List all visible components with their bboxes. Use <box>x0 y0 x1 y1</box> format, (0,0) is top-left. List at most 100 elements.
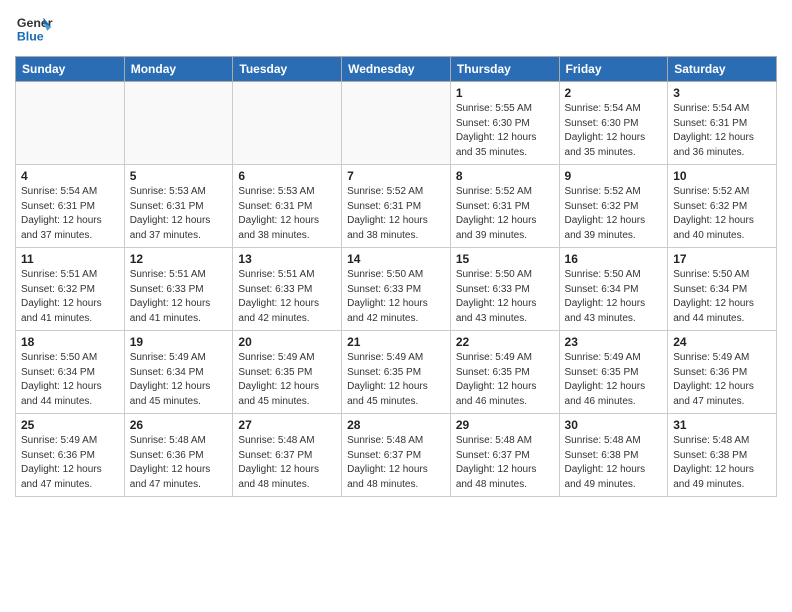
day-info: Sunrise: 5:50 AMSunset: 6:34 PMDaylight:… <box>565 268 663 326</box>
calendar-header-row: SundayMondayTuesdayWednesdayThursdayFrid… <box>16 57 777 82</box>
week-row-0: 1Sunrise: 5:55 AMSunset: 6:30 PMDaylight… <box>16 82 777 165</box>
day-number: 11 <box>21 252 119 266</box>
day-info: Sunrise: 5:52 AMSunset: 6:32 PMDaylight:… <box>565 185 663 243</box>
day-number: 20 <box>238 335 336 349</box>
day-info: Sunrise: 5:50 AMSunset: 6:33 PMDaylight:… <box>456 268 554 326</box>
day-info: Sunrise: 5:54 AMSunset: 6:30 PMDaylight:… <box>565 102 663 160</box>
day-info: Sunrise: 5:52 AMSunset: 6:31 PMDaylight:… <box>456 185 554 243</box>
header: General Blue <box>15 10 777 48</box>
day-info: Sunrise: 5:53 AMSunset: 6:31 PMDaylight:… <box>238 185 336 243</box>
day-info: Sunrise: 5:51 AMSunset: 6:32 PMDaylight:… <box>21 268 119 326</box>
day-info: Sunrise: 5:54 AMSunset: 6:31 PMDaylight:… <box>673 102 771 160</box>
day-number: 15 <box>456 252 554 266</box>
calendar-cell: 4 Sunrise: 5:54 AMSunset: 6:31 PMDaylight… <box>16 165 125 248</box>
day-info: Sunrise: 5:49 AMSunset: 6:36 PMDaylight:… <box>673 351 771 409</box>
day-number: 29 <box>456 418 554 432</box>
calendar-cell: 22 Sunrise: 5:49 AMSunset: 6:35 PMDayligh… <box>450 331 559 414</box>
calendar-cell: 28 Sunrise: 5:48 AMSunset: 6:37 PMDayligh… <box>342 414 451 497</box>
calendar-cell: 26 Sunrise: 5:48 AMSunset: 6:36 PMDayligh… <box>124 414 233 497</box>
day-number: 27 <box>238 418 336 432</box>
day-number: 2 <box>565 86 663 100</box>
calendar-cell: 29 Sunrise: 5:48 AMSunset: 6:37 PMDayligh… <box>450 414 559 497</box>
day-number: 9 <box>565 169 663 183</box>
calendar-cell: 2 Sunrise: 5:54 AMSunset: 6:30 PMDaylight… <box>559 82 668 165</box>
calendar-cell: 30 Sunrise: 5:48 AMSunset: 6:38 PMDayligh… <box>559 414 668 497</box>
week-row-2: 11 Sunrise: 5:51 AMSunset: 6:32 PMDayligh… <box>16 248 777 331</box>
calendar-cell: 9 Sunrise: 5:52 AMSunset: 6:32 PMDaylight… <box>559 165 668 248</box>
day-number: 16 <box>565 252 663 266</box>
day-info: Sunrise: 5:52 AMSunset: 6:31 PMDaylight:… <box>347 185 445 243</box>
calendar-header-monday: Monday <box>124 57 233 82</box>
day-number: 28 <box>347 418 445 432</box>
day-info: Sunrise: 5:48 AMSunset: 6:36 PMDaylight:… <box>130 434 228 492</box>
day-info: Sunrise: 5:50 AMSunset: 6:34 PMDaylight:… <box>21 351 119 409</box>
calendar-header-tuesday: Tuesday <box>233 57 342 82</box>
calendar-cell: 17 Sunrise: 5:50 AMSunset: 6:34 PMDayligh… <box>668 248 777 331</box>
day-info: Sunrise: 5:51 AMSunset: 6:33 PMDaylight:… <box>130 268 228 326</box>
calendar-table: SundayMondayTuesdayWednesdayThursdayFrid… <box>15 56 777 497</box>
day-number: 22 <box>456 335 554 349</box>
day-number: 30 <box>565 418 663 432</box>
day-info: Sunrise: 5:52 AMSunset: 6:32 PMDaylight:… <box>673 185 771 243</box>
calendar-cell: 19 Sunrise: 5:49 AMSunset: 6:34 PMDayligh… <box>124 331 233 414</box>
day-info: Sunrise: 5:49 AMSunset: 6:36 PMDaylight:… <box>21 434 119 492</box>
calendar-header-sunday: Sunday <box>16 57 125 82</box>
calendar-cell: 1Sunrise: 5:55 AMSunset: 6:30 PMDaylight… <box>450 82 559 165</box>
day-info: Sunrise: 5:53 AMSunset: 6:31 PMDaylight:… <box>130 185 228 243</box>
page-container: General Blue SundayMondayTuesdayWednesda… <box>0 0 792 507</box>
calendar-cell: 21Sunrise: 5:49 AMSunset: 6:35 PMDayligh… <box>342 331 451 414</box>
calendar-cell: 13 Sunrise: 5:51 AMSunset: 6:33 PMDayligh… <box>233 248 342 331</box>
calendar-cell <box>124 82 233 165</box>
day-info: Sunrise: 5:55 AMSunset: 6:30 PMDaylight:… <box>456 102 554 160</box>
calendar-cell: 25Sunrise: 5:49 AMSunset: 6:36 PMDayligh… <box>16 414 125 497</box>
svg-text:Blue: Blue <box>17 29 44 43</box>
day-info: Sunrise: 5:48 AMSunset: 6:37 PMDaylight:… <box>456 434 554 492</box>
calendar-cell: 3Sunrise: 5:54 AMSunset: 6:31 PMDaylight… <box>668 82 777 165</box>
day-info: Sunrise: 5:54 AMSunset: 6:31 PMDaylight:… <box>21 185 119 243</box>
day-number: 31 <box>673 418 771 432</box>
day-info: Sunrise: 5:49 AMSunset: 6:35 PMDaylight:… <box>565 351 663 409</box>
calendar-cell: 12 Sunrise: 5:51 AMSunset: 6:33 PMDayligh… <box>124 248 233 331</box>
day-number: 5 <box>130 169 228 183</box>
day-number: 13 <box>238 252 336 266</box>
day-info: Sunrise: 5:50 AMSunset: 6:34 PMDaylight:… <box>673 268 771 326</box>
day-number: 8 <box>456 169 554 183</box>
day-info: Sunrise: 5:48 AMSunset: 6:38 PMDaylight:… <box>565 434 663 492</box>
week-row-3: 18Sunrise: 5:50 AMSunset: 6:34 PMDayligh… <box>16 331 777 414</box>
day-info: Sunrise: 5:50 AMSunset: 6:33 PMDaylight:… <box>347 268 445 326</box>
day-number: 17 <box>673 252 771 266</box>
day-info: Sunrise: 5:48 AMSunset: 6:37 PMDaylight:… <box>347 434 445 492</box>
day-number: 26 <box>130 418 228 432</box>
calendar-cell: 31Sunrise: 5:48 AMSunset: 6:38 PMDayligh… <box>668 414 777 497</box>
day-info: Sunrise: 5:49 AMSunset: 6:34 PMDaylight:… <box>130 351 228 409</box>
day-number: 24 <box>673 335 771 349</box>
day-number: 14 <box>347 252 445 266</box>
day-number: 19 <box>130 335 228 349</box>
calendar-cell: 10 Sunrise: 5:52 AMSunset: 6:32 PMDayligh… <box>668 165 777 248</box>
day-number: 4 <box>21 169 119 183</box>
calendar-cell: 5 Sunrise: 5:53 AMSunset: 6:31 PMDaylight… <box>124 165 233 248</box>
day-info: Sunrise: 5:49 AMSunset: 6:35 PMDaylight:… <box>238 351 336 409</box>
logo: General Blue <box>15 10 56 48</box>
calendar-cell: 7Sunrise: 5:52 AMSunset: 6:31 PMDaylight… <box>342 165 451 248</box>
calendar-header-friday: Friday <box>559 57 668 82</box>
day-number: 10 <box>673 169 771 183</box>
day-info: Sunrise: 5:48 AMSunset: 6:37 PMDaylight:… <box>238 434 336 492</box>
calendar-cell: 27 Sunrise: 5:48 AMSunset: 6:37 PMDayligh… <box>233 414 342 497</box>
calendar-header-thursday: Thursday <box>450 57 559 82</box>
calendar-cell: 23Sunrise: 5:49 AMSunset: 6:35 PMDayligh… <box>559 331 668 414</box>
week-row-4: 25Sunrise: 5:49 AMSunset: 6:36 PMDayligh… <box>16 414 777 497</box>
calendar-cell: 8 Sunrise: 5:52 AMSunset: 6:31 PMDaylight… <box>450 165 559 248</box>
calendar-cell: 14 Sunrise: 5:50 AMSunset: 6:33 PMDayligh… <box>342 248 451 331</box>
calendar-cell: 11 Sunrise: 5:51 AMSunset: 6:32 PMDayligh… <box>16 248 125 331</box>
calendar-cell: 18Sunrise: 5:50 AMSunset: 6:34 PMDayligh… <box>16 331 125 414</box>
calendar-header-wednesday: Wednesday <box>342 57 451 82</box>
logo-icon: General Blue <box>15 10 53 48</box>
calendar-cell <box>16 82 125 165</box>
calendar-header-saturday: Saturday <box>668 57 777 82</box>
day-number: 12 <box>130 252 228 266</box>
day-info: Sunrise: 5:51 AMSunset: 6:33 PMDaylight:… <box>238 268 336 326</box>
day-info: Sunrise: 5:49 AMSunset: 6:35 PMDaylight:… <box>456 351 554 409</box>
day-info: Sunrise: 5:49 AMSunset: 6:35 PMDaylight:… <box>347 351 445 409</box>
calendar-cell: 24 Sunrise: 5:49 AMSunset: 6:36 PMDayligh… <box>668 331 777 414</box>
